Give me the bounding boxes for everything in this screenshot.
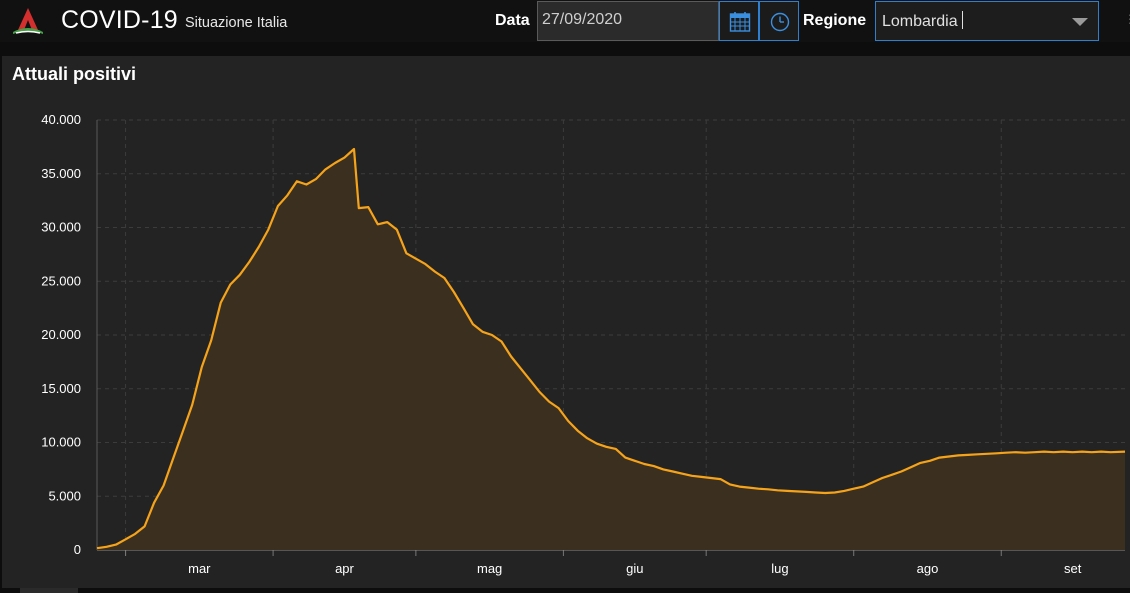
clock-button[interactable] — [759, 1, 799, 41]
y-tick-label: 5.000 — [48, 488, 81, 503]
calendar-icon — [729, 12, 751, 32]
x-tick-label: set — [1064, 561, 1082, 576]
region-select[interactable]: Lombardia — [875, 1, 1099, 41]
area-chart: 0 5.000 10.000 15.000 20.000 25.000 30.000 35.0… — [41, 112, 1126, 576]
date-label: Data — [495, 12, 530, 29]
y-tick-label: 35.000 — [41, 166, 81, 181]
x-tick-label: mar — [188, 561, 211, 576]
x-tick-label: ago — [917, 561, 939, 576]
x-tick-label: mag — [477, 561, 502, 576]
y-axis: 0 5.000 10.000 15.000 20.000 25.000 30.000 35.0… — [41, 112, 98, 557]
y-tick-label: 30.000 — [41, 220, 81, 235]
app-header: COVID-19 Situazione Italia Data 27/09/20… — [0, 0, 1130, 42]
x-axis: mar apr mag giu lug ago set — [97, 549, 1125, 576]
x-tick-label: giu — [626, 561, 643, 576]
calendar-button[interactable] — [719, 1, 759, 41]
region-label: Regione — [803, 12, 867, 29]
y-tick-label: 0 — [74, 542, 81, 557]
y-tick-label: 15.000 — [41, 381, 81, 396]
chart-panel: Attuali positivi 0 5.000 10.000 15.000 20.00… — [2, 56, 1130, 588]
clock-icon — [770, 12, 790, 32]
virus-logo-icon — [13, 8, 43, 34]
x-tick-label: lug — [771, 561, 788, 576]
y-tick-label: 20.000 — [41, 327, 81, 342]
date-input[interactable]: 27/09/2020 — [537, 1, 719, 41]
y-tick-label: 40.000 — [41, 112, 81, 127]
series-area — [97, 149, 1125, 550]
y-tick-label: 25.000 — [41, 273, 81, 288]
chevron-down-icon[interactable] — [1072, 18, 1088, 26]
y-tick-label: 10.000 — [41, 435, 81, 450]
toolbar-overflow-icon[interactable]: ⋮ — [1124, 12, 1130, 30]
text-cursor — [962, 11, 964, 29]
app-title: COVID-19 — [61, 6, 178, 34]
plot-area — [96, 147, 1126, 550]
app-subtitle: Situazione Italia — [185, 15, 288, 31]
region-select-value: Lombardia — [882, 13, 958, 30]
footer-tab[interactable] — [20, 588, 78, 593]
x-tick-label: apr — [335, 561, 354, 576]
